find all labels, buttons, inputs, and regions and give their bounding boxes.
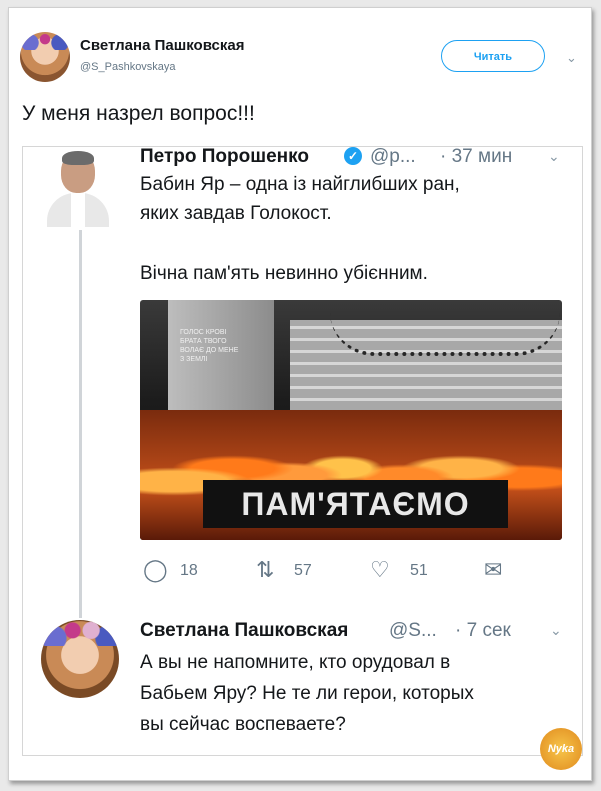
quoted-text-line: Вічна пам'ять невинно убієнним. <box>140 263 428 284</box>
mail-icon[interactable]: ✉ <box>484 557 502 583</box>
follow-button[interactable]: Читать <box>441 40 545 72</box>
author-handle[interactable]: @S_Pashkovskaya <box>80 61 176 73</box>
heart-icon[interactable]: ♡ <box>370 557 390 583</box>
flower-wreath <box>43 620 117 646</box>
avatar[interactable] <box>41 620 119 698</box>
chevron-down-icon[interactable]: ⌄ <box>548 148 560 165</box>
tweet-text: У меня назрел вопрос!!! <box>22 102 255 125</box>
reply-author-name[interactable]: Светлана Пашковская <box>140 620 348 642</box>
quoted-timestamp[interactable]: · 37 мин <box>440 146 512 168</box>
reply-author-handle[interactable]: @S... <box>389 620 437 642</box>
avatar[interactable] <box>20 32 70 82</box>
reply-text-line: Бабьем Яру? Не те ли герои, которых <box>140 683 474 704</box>
chevron-down-icon[interactable]: ⌄ <box>566 50 577 66</box>
quoted-text-line: яких завдав Голокост. <box>140 203 332 224</box>
reply-text-line: А вы не напомните, кто орудовал в <box>140 652 451 673</box>
quoted-author-name[interactable]: Петро Порошенко <box>140 146 309 168</box>
quoted-text-line: Бабин Яр – одна із найглибших ран, <box>140 174 460 195</box>
watermark-logo: Nyka <box>540 728 582 770</box>
image-banner: ПАМ'ЯТАЄМО <box>203 480 508 528</box>
tweet-image[interactable]: ГОЛОС КРОВІ БРАТА ТВОГО ВОЛАЄ ДО МЕНЕ З … <box>140 300 562 540</box>
retweet-count: 57 <box>294 562 312 579</box>
like-count: 51 <box>410 562 428 579</box>
flower-wreath <box>20 32 70 50</box>
author-name[interactable]: Светлана Пашковская <box>80 37 244 54</box>
reply-timestamp[interactable]: · 7 сек <box>455 620 511 642</box>
reply-icon[interactable]: ◯ <box>143 557 168 583</box>
chevron-down-icon[interactable]: ⌄ <box>550 622 562 639</box>
verified-icon: ✓ <box>344 147 362 165</box>
chain-graphic <box>330 312 560 356</box>
retweet-icon[interactable]: ⇅ <box>256 557 274 583</box>
avatar[interactable] <box>47 149 109 227</box>
reply-text-line: вы сейчас воспеваете? <box>140 714 346 735</box>
reply-count: 18 <box>180 562 198 579</box>
thread-connector <box>79 230 82 618</box>
quoted-author-handle[interactable]: @p... <box>370 146 416 168</box>
stone-inscription: ГОЛОС КРОВІ БРАТА ТВОГО ВОЛАЄ ДО МЕНЕ З … <box>180 329 239 363</box>
